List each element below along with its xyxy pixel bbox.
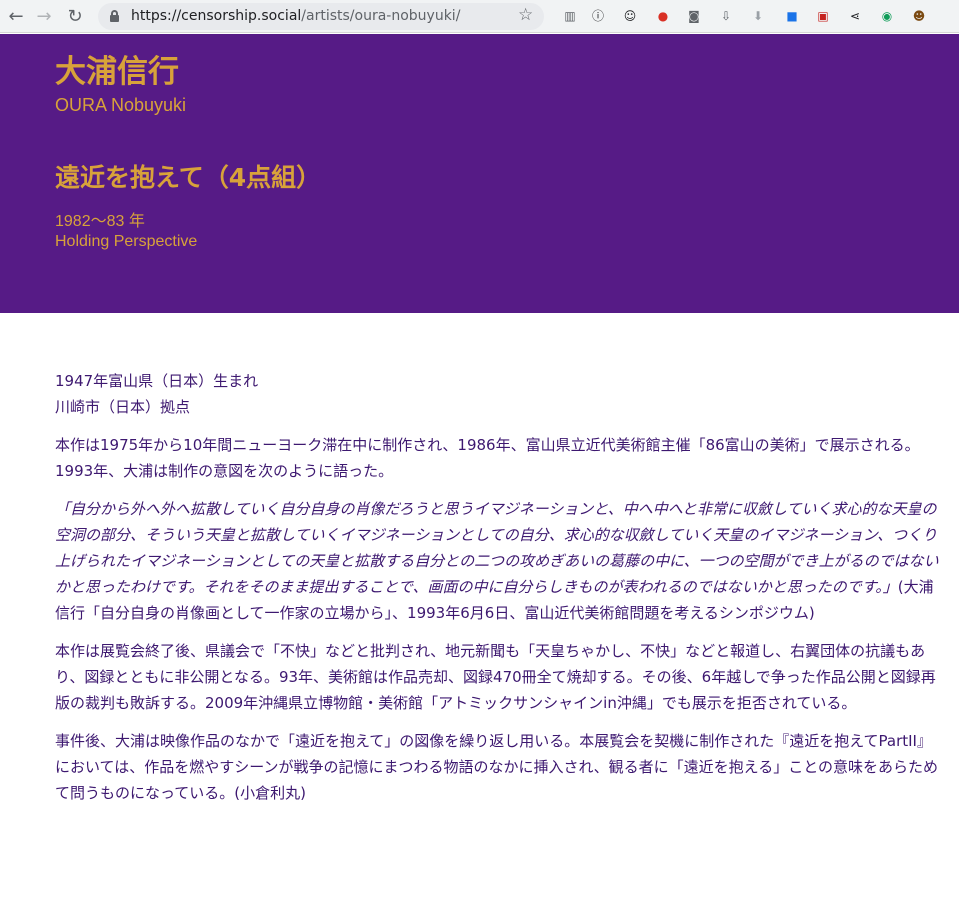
- star-icon[interactable]: ☆: [518, 5, 533, 25]
- work-title-ja: 遠近を抱えて（4点組）: [55, 163, 322, 192]
- history-paragraph: 本作は展覧会終了後、県議会で「不快」などと批判され、地元新聞も「天皇ちゃかし、不…: [55, 642, 936, 712]
- alert-circle-icon[interactable]: ⓘ: [589, 7, 607, 25]
- avatar-extension-icon[interactable]: ☻: [910, 7, 928, 25]
- work-year: 1982〜83 年: [55, 213, 145, 230]
- address-bar[interactable]: https://censorship.social/artists/oura-n…: [98, 3, 544, 30]
- download-box-icon[interactable]: ⇩: [717, 7, 735, 25]
- reading-list-icon[interactable]: ▥: [561, 7, 579, 25]
- lock-icon: [110, 10, 119, 22]
- camera-icon[interactable]: ◙: [685, 7, 703, 25]
- reload-icon: ↻: [67, 5, 83, 27]
- quote-text: 「自分から外へ外へ拡散していく自分自身の肖像だろうと思うイマジネーションと、中へ…: [55, 500, 939, 596]
- url-host: https://censorship.social: [131, 8, 302, 24]
- pdf-icon[interactable]: ▣: [814, 7, 832, 25]
- reload-button[interactable]: ↻: [62, 4, 88, 28]
- artist-name-en: OURA Nobuyuki: [55, 95, 187, 115]
- aftermath-paragraph: 事件後、大浦は映像作品のなかで「遠近を抱えて」の図像を繰り返し用いる。本展覧会を…: [55, 732, 939, 802]
- artist-bio: 1947年富山県（日本）生まれ 川崎市（日本）拠点: [55, 368, 939, 420]
- download-arrow-icon[interactable]: ⬇: [749, 7, 767, 25]
- artist-header: 大浦信行 OURA Nobuyuki 遠近を抱えて（4点組） 1982〜83 年…: [0, 34, 959, 313]
- smiley-icon[interactable]: ☺: [621, 7, 639, 25]
- url-path: /artists/oura-nobuyuki/: [301, 8, 461, 24]
- artist-description: 1947年富山県（日本）生まれ 川崎市（日本）拠点 本作は1975年から10年間…: [55, 368, 939, 818]
- green-share-icon[interactable]: ◉: [878, 7, 896, 25]
- bio-based: 川崎市（日本）拠点: [55, 398, 191, 416]
- record-icon[interactable]: ●: [654, 7, 672, 25]
- back-arrow-icon: ←: [8, 5, 24, 27]
- browser-toolbar: ← → ↻ https://censorship.social/artists/…: [0, 0, 959, 33]
- forward-arrow-icon: →: [36, 5, 52, 27]
- work-title-en: Holding Perspective: [55, 233, 198, 250]
- forward-button[interactable]: →: [31, 4, 57, 28]
- blue-badge-icon[interactable]: ■: [783, 7, 801, 25]
- artist-name-ja: 大浦信行: [55, 54, 179, 90]
- bio-born: 1947年富山県（日本）生まれ: [55, 372, 259, 390]
- artist-quote: 「自分から外へ外へ拡散していく自分自身の肖像だろうと思うイマジネーションと、中へ…: [55, 496, 939, 626]
- intro-paragraph: 本作は1975年から10年間ニューヨーク滞在中に制作され、1986年、富山県立近…: [55, 436, 920, 480]
- back-button[interactable]: ←: [3, 4, 29, 28]
- url-text[interactable]: https://censorship.social/artists/oura-n…: [131, 7, 460, 26]
- share-icon[interactable]: ⋖: [846, 7, 864, 25]
